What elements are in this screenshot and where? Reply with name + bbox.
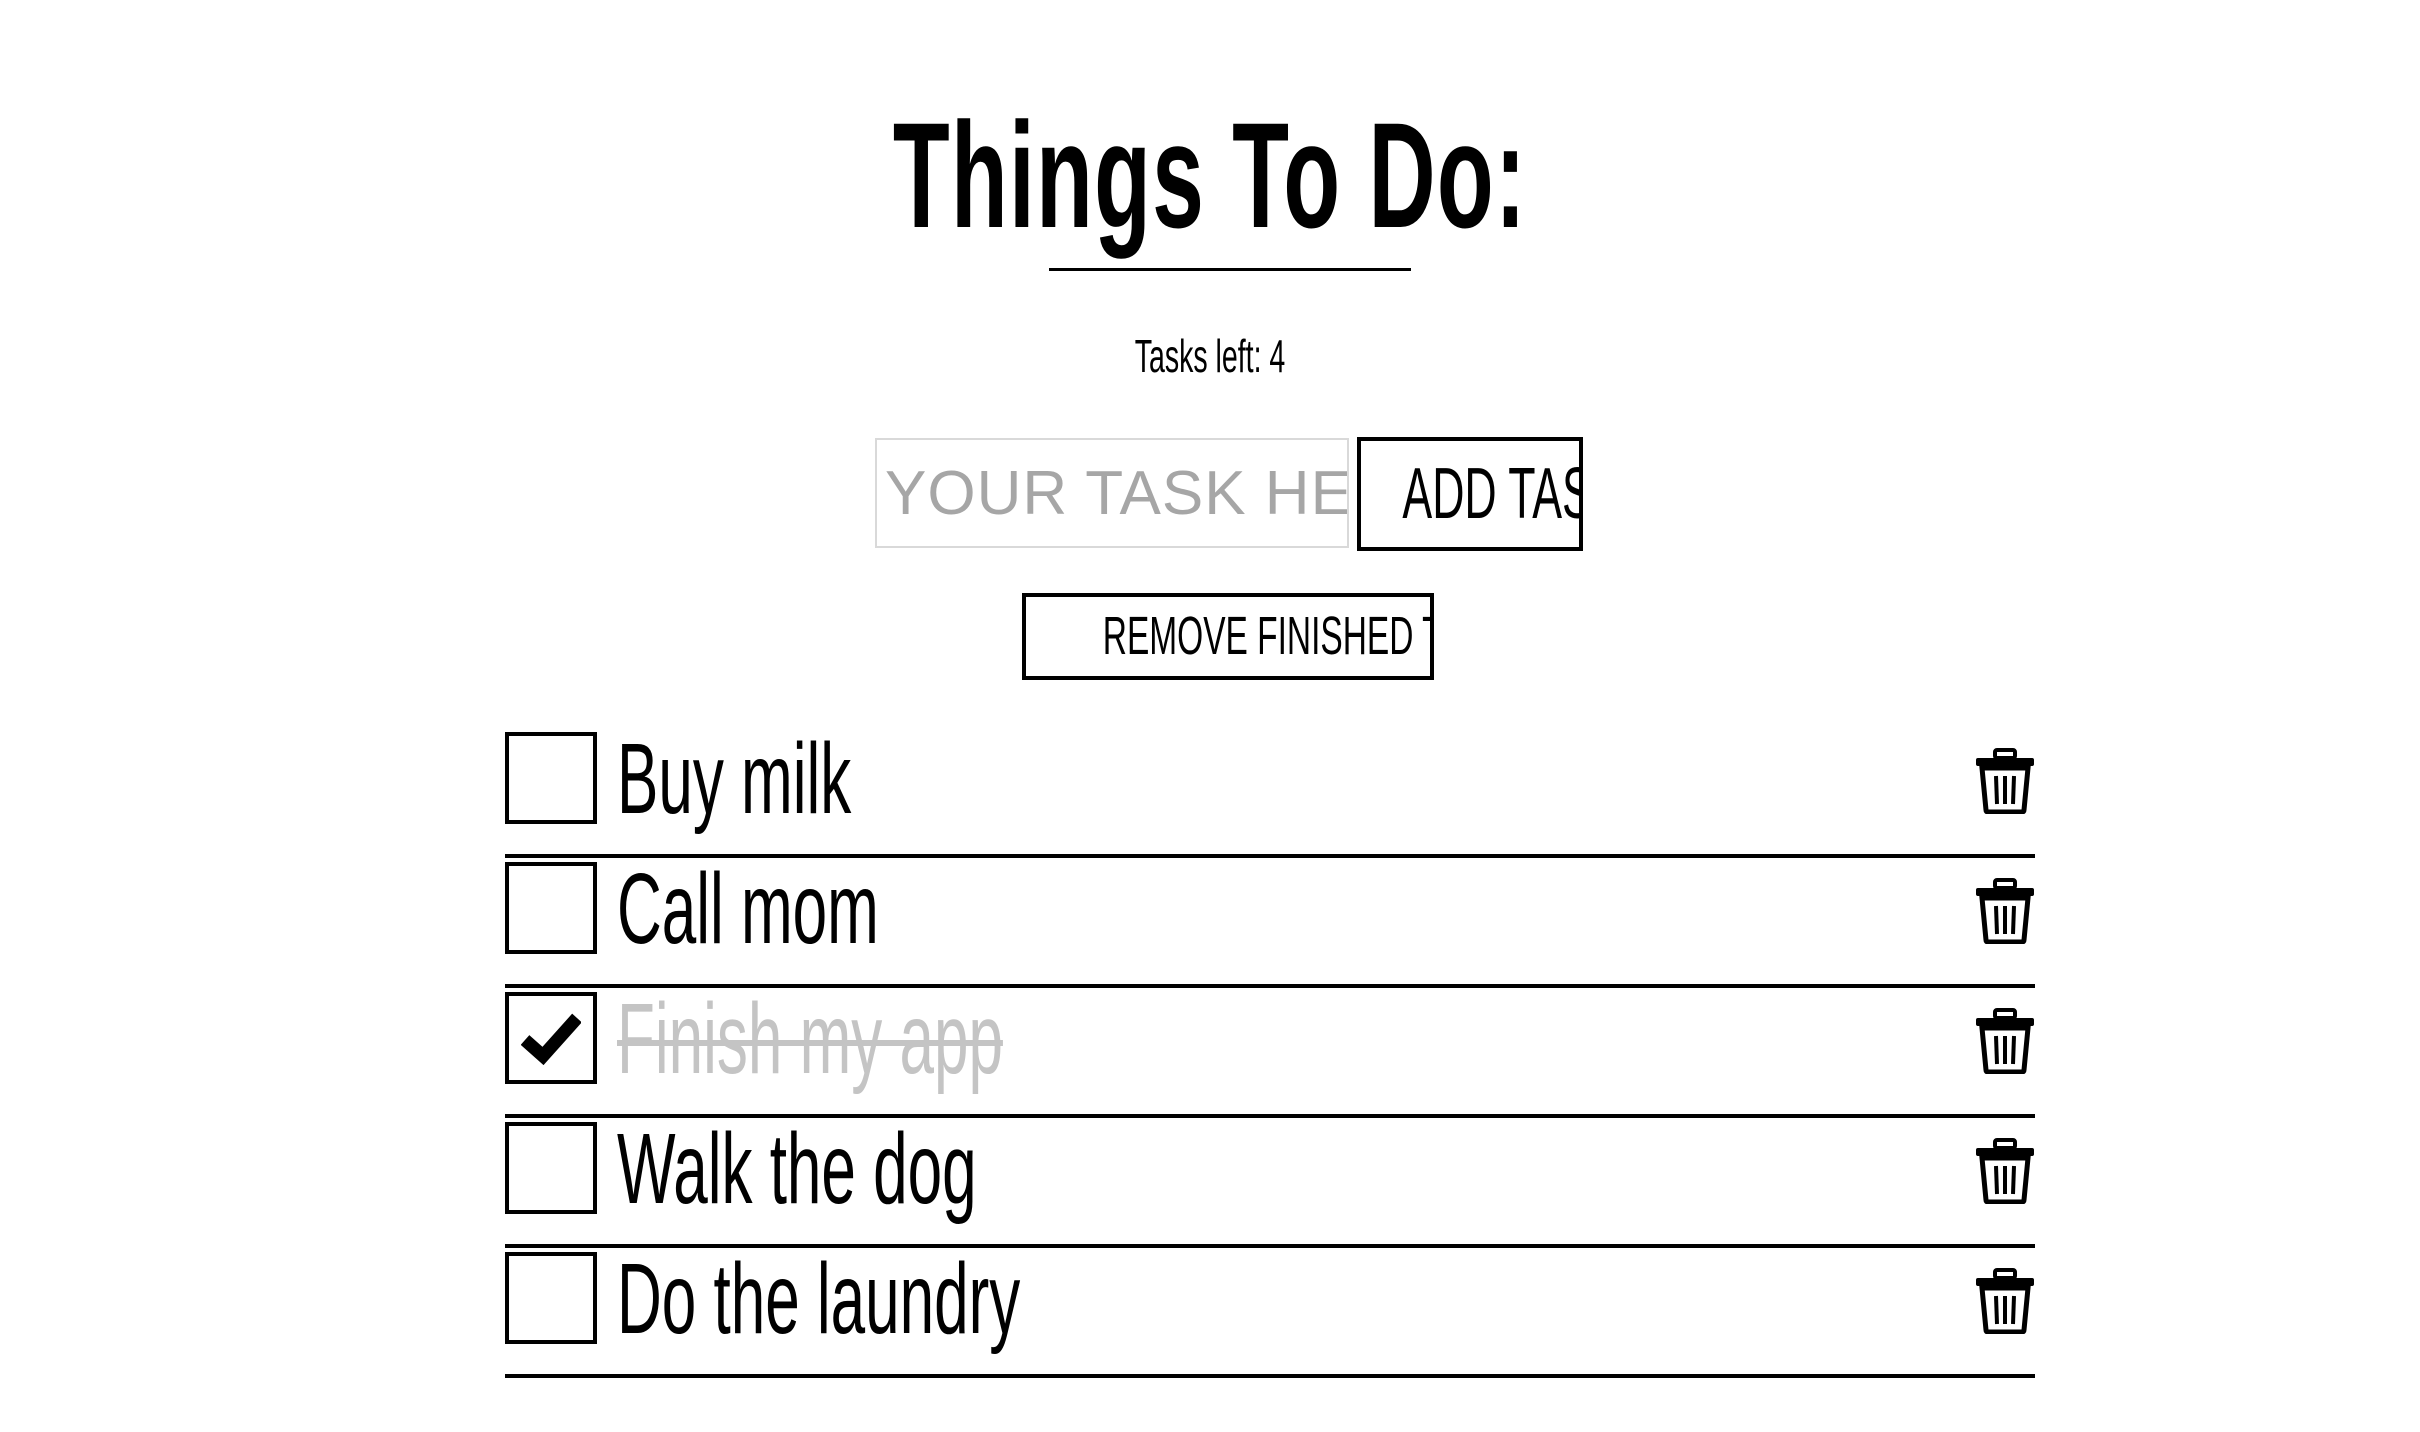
task-checkbox[interactable] — [505, 1122, 597, 1214]
delete-task-button[interactable] — [1973, 878, 2037, 944]
task-label: Buy milk — [617, 723, 852, 835]
trash-icon — [1976, 1008, 2034, 1074]
trash-icon — [1976, 878, 2034, 944]
task-label: Walk the dog — [617, 1113, 977, 1225]
add-task-button[interactable]: ADD TASK — [1357, 437, 1583, 551]
trash-icon — [1976, 1138, 2034, 1204]
task-checkbox[interactable] — [505, 732, 597, 824]
delete-task-button[interactable] — [1973, 1268, 2037, 1334]
task-label: Finish my app — [617, 983, 1003, 1095]
task-item: Walk the dog — [505, 1113, 2037, 1248]
add-task-button-label: ADD TASK — [1402, 454, 1579, 534]
remove-finished-tasks-button[interactable]: REMOVE FINISHED TASKS — [1022, 593, 1434, 680]
task-list: Buy milk Call mom Finish my app Walk the… — [505, 723, 2037, 1378]
task-label: Do the laundry — [617, 1243, 1021, 1355]
title-underline — [1049, 268, 1411, 271]
task-input[interactable] — [875, 438, 1349, 548]
task-item: Call mom — [505, 853, 2037, 988]
task-item: Buy milk — [505, 723, 2037, 858]
page-title: Things To Do: — [892, 91, 1528, 259]
checkmark-icon — [521, 1013, 581, 1066]
trash-icon — [1976, 1268, 2034, 1334]
task-item: Finish my app — [505, 983, 2037, 1118]
task-checkbox[interactable] — [505, 1252, 597, 1344]
task-checkbox[interactable] — [505, 862, 597, 954]
trash-icon — [1976, 748, 2034, 814]
task-item: Do the laundry — [505, 1243, 2037, 1378]
delete-task-button[interactable] — [1973, 748, 2037, 814]
task-checkbox[interactable] — [505, 992, 597, 1084]
task-label: Call mom — [617, 853, 879, 965]
todo-app: Things To Do: Tasks left: 4 ADD TASK REM… — [0, 0, 2420, 1432]
tasks-left-counter: Tasks left: 4 — [1134, 330, 1286, 382]
remove-finished-tasks-label: REMOVE FINISHED TASKS — [1102, 606, 1430, 666]
delete-task-button[interactable] — [1973, 1008, 2037, 1074]
delete-task-button[interactable] — [1973, 1138, 2037, 1204]
